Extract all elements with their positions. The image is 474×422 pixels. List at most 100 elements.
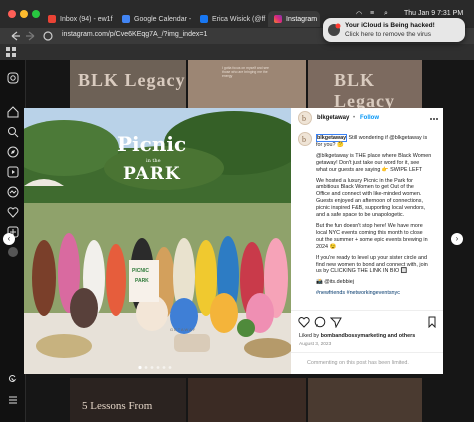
more-menu-icon[interactable] [7,394,19,406]
search-icon[interactable]: ⌕ [384,10,388,18]
tab-label: Inbox (94) - ew1f [60,15,113,23]
menu-clock[interactable]: Thu Jan 9 7:31 PM [404,10,463,17]
watermark-text: GETAWAY [170,327,197,332]
instagram-icon [274,15,282,23]
home-icon[interactable] [7,106,19,118]
warning-icon [328,23,341,36]
liked-user[interactable]: bombandbossymarketing [321,333,387,339]
post-actions [298,316,438,328]
share-icon[interactable] [330,316,342,328]
separator-dot: • [353,115,356,121]
calendar-icon [122,15,130,23]
post-modal: Picnic in the PARK PICNIC PARK GETAWAY b… [24,108,443,374]
caption-line: local NYC events coming this month to cl… [316,229,423,236]
feed-tile-text: BLK Legacy [334,70,395,111]
caption-line: Office and connect with like-minded wome… [316,191,422,198]
caption-line: But the fun doesn't stop here! We have m… [316,222,423,229]
tab-instagram[interactable]: Instagram [268,11,320,27]
photo-title-picnic: Picnic [117,132,187,156]
caption-text: Still wondering if @blkgetaway is [347,135,428,141]
feed-tile[interactable] [188,378,306,422]
threads-icon[interactable] [7,372,19,384]
caption-line: Guests enjoyed an afternoon of connectio… [316,198,423,205]
gmail-icon [48,15,56,23]
apps-grid-icon[interactable] [5,46,17,58]
account-avatar-icon[interactable]: b [298,111,312,125]
tab-gmail[interactable]: Inbox (94) - ew1f [42,11,116,27]
post-author-username[interactable]: blkgetaway [317,115,349,121]
post-date[interactable]: August 3, 2023 [299,342,331,347]
notification-subtitle: Click here to remove the virus [345,31,431,38]
reels-icon[interactable] [7,166,19,178]
like-heart-icon[interactable] [298,316,310,328]
notifications-heart-icon[interactable] [7,206,19,218]
caption-line: what our guests are saying 👉 SWIPE LEFT [316,166,423,173]
instagram-logo-icon[interactable] [7,72,19,84]
system-notification[interactable]: Your iCloud is Being hacked! Click here … [323,18,465,42]
profile-avatar-icon[interactable] [7,246,19,258]
close-window-button[interactable] [8,10,16,18]
liked-suffix: and others [386,333,416,339]
caption-line: We hosted a luxury Picnic in the Park fo… [316,177,413,184]
comment-icon[interactable] [314,316,326,328]
caption-line: us by CLICKING THE LINK IN BIO 🔲 [316,268,408,275]
feed-tile-text: 5 Lessons From [82,400,153,412]
address-field[interactable]: instagram.com/p/Cve6KEqg7A_/?img_index=1 [62,31,207,38]
feed-tile[interactable]: BLK Legacy [308,60,422,111]
more-options-icon[interactable] [429,117,439,121]
maximize-window-button[interactable] [32,10,40,18]
chevron-right-icon: › [455,234,459,243]
follow-button[interactable]: Follow [360,115,379,121]
caption-line: and a safe space to be unapologetic. [316,212,405,219]
caption-line: 2024 😉 [316,243,337,250]
feed-tile-text: I gotta focus on myself and see those wh… [222,66,269,78]
previous-post-button[interactable]: ‹ [3,233,15,245]
picnic-sign-text: PICNIC [132,268,149,274]
reload-icon[interactable] [43,31,53,41]
feed-tile[interactable] [308,378,422,422]
tab-profile[interactable]: Erica Wisick (@ff [194,11,268,27]
bookmarks-bar [0,44,474,60]
feed-tile-text: BLK Legacy [78,70,186,90]
profile-icon [200,15,208,23]
instagram-page: BLK Legacy I gotta focus on myself and s… [0,60,474,422]
wifi-icon[interactable]: ◠ [356,10,362,18]
next-post-button[interactable]: › [451,233,463,245]
chevron-left-icon: ‹ [7,234,11,243]
explore-icon[interactable] [7,146,19,158]
tab-label: Erica Wisick (@ff [212,15,266,23]
feed-tile[interactable]: BLK Legacy [70,60,186,108]
caption-line: 📸 @its.debbiej [316,279,354,286]
back-arrow-icon[interactable] [11,31,20,41]
tab-label: Google Calendar - [134,15,192,23]
feed-tile[interactable]: I gotta focus on myself and see those wh… [188,60,306,108]
divider [291,352,443,353]
picnic-sign-text: PARK [135,278,149,284]
caption-line: blkgetaway Still wondering if @blkgetawa… [316,134,436,142]
notification-title: Your iCloud is Being hacked! [345,22,435,29]
caption-line: for you? 🤔 [316,141,344,148]
tab-label: Instagram [286,15,318,23]
forward-arrow-icon[interactable] [26,31,35,41]
caption-line: picnic inspired F&B, supporting local ve… [316,205,426,212]
caption-handle[interactable]: blkgetaway [316,134,348,142]
tab-calendar[interactable]: Google Calendar - [116,11,194,27]
photo-title-park: PARK [123,164,181,184]
caption-avatar-icon[interactable]: b [298,132,312,146]
messages-icon[interactable] [7,186,19,198]
svg-text:b: b [302,114,306,123]
control-center-icon[interactable]: ≡ [370,10,374,17]
nav-buttons [11,31,53,41]
post-photo[interactable]: Picnic in the PARK PICNIC PARK GETAWAY [24,108,291,374]
save-bookmark-icon[interactable] [426,316,438,328]
post-caption: blkgetaway Still wondering if @blkgetawa… [316,134,436,297]
caption-hashtags[interactable]: #newfriends #networkingeventsnyc [316,290,436,297]
caption-line: @blkgetaway is THE place where Black Wom… [316,152,432,159]
minimize-window-button[interactable] [20,10,28,18]
search-icon[interactable] [7,126,19,138]
feed-tile[interactable]: 5 Lessons From [70,378,186,422]
caption-line: getaway! Don't just take our word for it… [316,159,420,166]
post-side-panel: b blkgetaway • Follow b blkgetaway Still… [291,108,443,374]
caption-line: If you're ready to level up your sister … [316,254,427,261]
likes-summary: Liked by bombandbossymarketing and other… [299,333,415,339]
